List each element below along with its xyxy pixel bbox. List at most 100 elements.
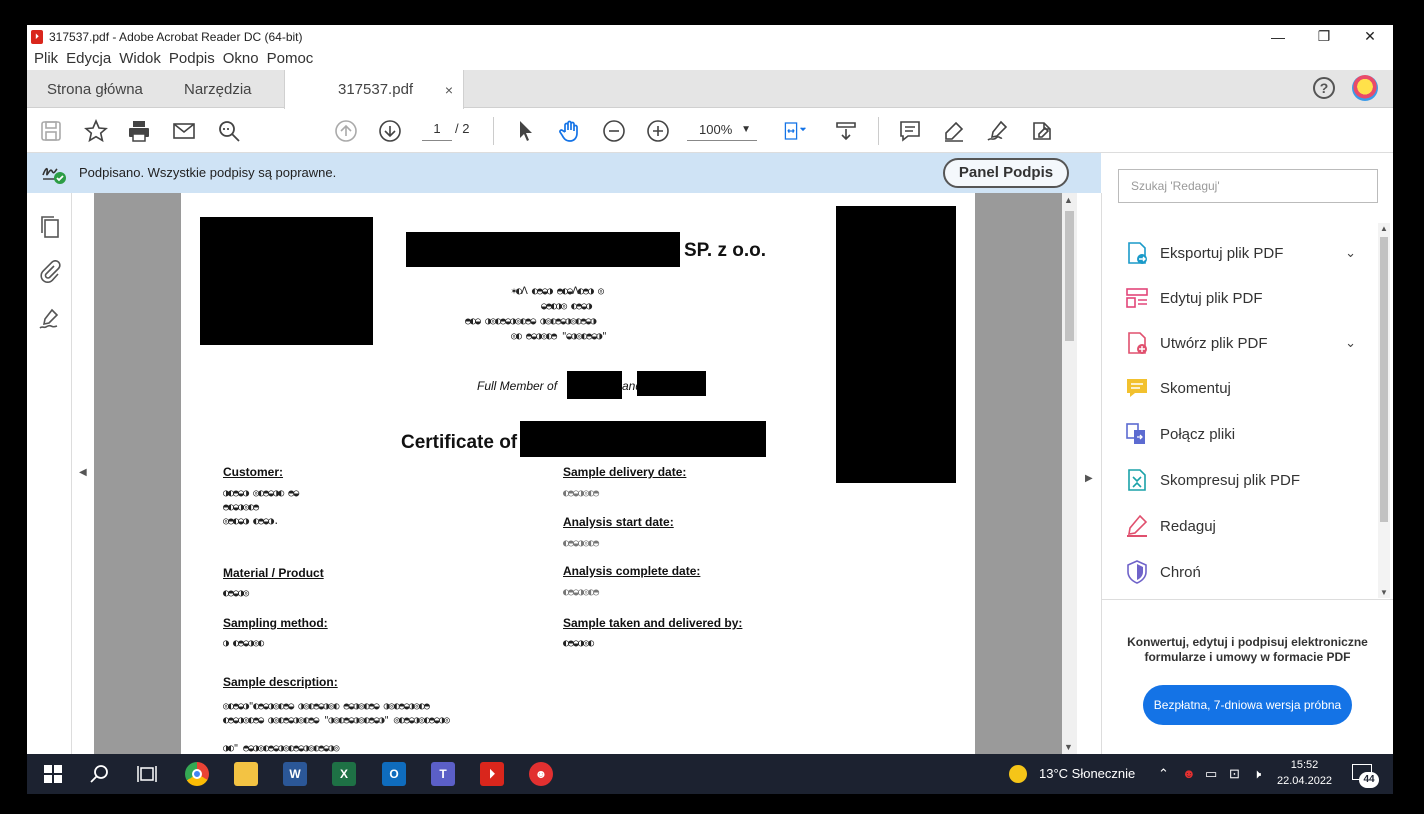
file-explorer-icon[interactable] (234, 762, 258, 786)
fill-and-sign-icon[interactable] (1028, 117, 1056, 145)
close-button[interactable]: ✕ (1347, 25, 1393, 48)
tool-comment[interactable]: Skomentuj (1124, 373, 1364, 403)
zoom-value: 100% (699, 122, 733, 137)
tools-search-input[interactable]: Szukaj 'Redaguj' (1118, 169, 1378, 203)
help-icon[interactable]: ? (1313, 77, 1335, 99)
notification-count-badge: 44 (1359, 772, 1379, 788)
scroll-down-icon[interactable]: ▼ (1064, 742, 1073, 752)
combine-files-icon (1126, 423, 1145, 444)
garbled-value: ◐◓◒◑◎◐◓ (563, 538, 599, 549)
attachment-icon[interactable] (38, 260, 62, 284)
page-number-input[interactable]: 1 (422, 121, 452, 141)
menu-plik[interactable]: Plik (34, 50, 58, 70)
signature-status-message: Podpisano. Wszystkie podpisy są poprawne… (79, 165, 337, 180)
save-icon[interactable] (37, 117, 65, 145)
chevron-down-icon[interactable]: ⌄ (1345, 245, 1356, 261)
menu-widok[interactable]: Widok (119, 50, 161, 70)
scroll-up-icon[interactable]: ▲ (1380, 224, 1388, 233)
signature-panel-icon[interactable] (38, 307, 62, 331)
tab-home[interactable]: Strona główna (47, 70, 143, 108)
scroll-down-icon[interactable]: ▼ (1380, 588, 1388, 597)
scroll-mode-icon[interactable] (832, 117, 860, 145)
signature-status-bar: Podpisano. Wszystkie podpisy są poprawne… (27, 153, 1101, 193)
sign-icon[interactable] (984, 117, 1012, 145)
tool-label: Eksportuj plik PDF (1160, 244, 1284, 262)
volume-icon[interactable]: 🕨 (1253, 766, 1261, 782)
search-icon[interactable] (88, 762, 112, 786)
compress-pdf-icon (1128, 469, 1146, 491)
outlook-icon[interactable]: O (382, 762, 406, 786)
tool-protect[interactable]: Chroń (1124, 557, 1364, 587)
chrome-icon[interactable] (185, 762, 209, 786)
create-pdf-icon (1128, 332, 1147, 354)
avatar[interactable] (1352, 75, 1378, 101)
tool-redact[interactable]: Redaguj (1124, 511, 1364, 541)
tool-combine-files[interactable]: Połącz pliki (1124, 419, 1364, 449)
tool-create-pdf[interactable]: Utwórz plik PDF ⌄ (1124, 328, 1364, 358)
star-icon[interactable] (82, 117, 110, 145)
page-thumbnails-icon[interactable] (38, 215, 62, 239)
garbled-address-line: ◓◐◒ ◑◎◐◓◒◑◎◐◓◒ ◑◎◐◓◒◑◎◐◓◒◑ (465, 316, 597, 327)
prev-page-icon[interactable] (332, 117, 360, 145)
chevron-up-icon[interactable]: ⌃ (1158, 766, 1169, 782)
scrollbar-thumb[interactable] (1380, 237, 1388, 522)
excel-icon[interactable]: X (332, 762, 356, 786)
document-scrollbar[interactable]: ▲ ▼ (1062, 193, 1077, 754)
windows-start-icon[interactable] (41, 762, 65, 786)
app-taskbar-icon[interactable]: ☻ (529, 762, 553, 786)
label-sample-description: Sample description: (223, 675, 338, 689)
tool-export-pdf[interactable]: Eksportuj plik PDF ⌄ (1124, 238, 1364, 268)
menu-okno[interactable]: Okno (223, 50, 259, 70)
left-navigation-rail (27, 193, 72, 754)
zoom-out-icon[interactable] (600, 117, 628, 145)
tools-scrollbar[interactable]: ▲ ▼ (1378, 223, 1390, 598)
tool-compress-pdf[interactable]: Skompresuj plik PDF (1124, 465, 1364, 495)
fit-page-icon[interactable] (777, 117, 813, 145)
chevron-down-icon[interactable]: ⌄ (1345, 335, 1356, 351)
menu-edycja[interactable]: Edycja (66, 50, 111, 70)
menu-podpis[interactable]: Podpis (169, 50, 215, 70)
certificate-title: Certificate of (401, 432, 518, 453)
highlight-pen-icon[interactable] (940, 117, 968, 145)
next-page-icon[interactable] (376, 117, 404, 145)
signature-panel-button[interactable]: Panel Podpis (943, 158, 1069, 188)
tray-app-icon[interactable]: ☻ (1182, 766, 1196, 781)
weather-text[interactable]: 13°C Słonecznie (1039, 766, 1135, 781)
clock[interactable]: 15:52 22.04.2022 (1277, 757, 1332, 789)
garbled-value: ◑◐" ◓◒◑◎◐◓◒◑◎◐◓◒◑◎◐◓◒◑◎ (223, 743, 339, 754)
zoom-in-icon[interactable] (644, 117, 672, 145)
hand-tool-icon[interactable] (556, 117, 584, 145)
redaction-box (520, 421, 766, 457)
page-total: / 2 (455, 121, 470, 136)
label-analysis-complete-date: Analysis complete date: (563, 564, 701, 578)
tab-close-icon[interactable]: × (445, 82, 453, 98)
print-icon[interactable] (125, 117, 153, 145)
comment-icon[interactable] (896, 117, 924, 145)
task-view-icon[interactable] (135, 762, 159, 786)
word-icon[interactable]: W (283, 762, 307, 786)
tool-label: Utwórz plik PDF (1160, 334, 1268, 352)
free-trial-button[interactable]: Bezpłatna, 7-dniowa wersja próbna (1143, 685, 1352, 725)
battery-icon[interactable]: ▭ (1205, 766, 1217, 782)
left-panel-toggle[interactable]: ◀ (72, 193, 94, 754)
teams-icon[interactable]: T (431, 762, 455, 786)
restore-button[interactable]: ❐ (1301, 25, 1347, 48)
zoom-select[interactable]: 100% ▼ (687, 119, 757, 141)
menu-pomoc[interactable]: Pomoc (267, 50, 314, 70)
email-icon[interactable] (170, 117, 198, 145)
tools-pane: Szukaj 'Redaguj' Eksportuj plik PDF ⌄ Ed… (1102, 153, 1393, 754)
tool-edit-pdf[interactable]: Edytuj plik PDF (1124, 283, 1364, 313)
tab-document[interactable]: 317537.pdf × (284, 70, 464, 109)
scrollbar-thumb[interactable] (1065, 211, 1074, 341)
garbled-value: ◎◓◐◒◑ ◐◓◒◑. (223, 516, 279, 527)
right-panel-toggle[interactable]: ▶ (1077, 193, 1102, 754)
tab-document-label: 317537.pdf (338, 81, 414, 98)
clock-time: 15:52 (1290, 759, 1319, 771)
acrobat-taskbar-icon[interactable]: ⏵ (480, 762, 504, 786)
select-cursor-icon[interactable] (512, 117, 540, 145)
minimize-button[interactable]: — (1255, 25, 1301, 48)
scroll-up-icon[interactable]: ▲ (1064, 195, 1073, 205)
tab-tools[interactable]: Narzędzia (184, 70, 252, 108)
network-icon[interactable]: ⊡ (1229, 766, 1240, 782)
search-zoom-icon[interactable] (215, 117, 243, 145)
